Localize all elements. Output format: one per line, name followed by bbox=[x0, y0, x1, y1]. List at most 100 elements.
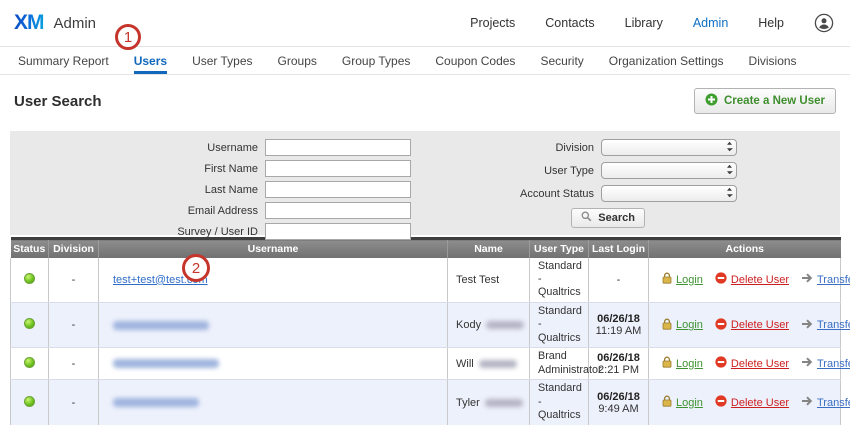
tab-group-types[interactable]: Group Types bbox=[342, 47, 410, 74]
tab-coupon-codes[interactable]: Coupon Codes bbox=[435, 47, 515, 74]
account-status-label: Account Status bbox=[422, 188, 594, 200]
delete-user-link[interactable]: Delete User bbox=[715, 272, 789, 287]
division-label: Division bbox=[422, 142, 594, 154]
transfer-surveys-link-label: Transfer Surveys bbox=[817, 397, 850, 409]
account-avatar-icon[interactable] bbox=[814, 13, 834, 33]
topnav-item-admin[interactable]: Admin bbox=[693, 16, 728, 30]
minus-circle-icon bbox=[715, 318, 727, 333]
actions-cell: LoginDelete UserTransfer Surveys bbox=[649, 348, 841, 380]
survey-user-id-input[interactable] bbox=[265, 223, 411, 240]
topnav-item-contacts[interactable]: Contacts bbox=[545, 16, 594, 30]
minus-circle-icon bbox=[715, 356, 727, 371]
transfer-user-link[interactable]: Transfer Surveys bbox=[801, 396, 850, 409]
last-login-cell: 06/26/189:49 AM bbox=[589, 380, 649, 425]
column-header-actions: Actions bbox=[649, 239, 841, 258]
lock-icon bbox=[662, 356, 672, 371]
stepper-arrows-icon bbox=[726, 139, 733, 157]
transfer-user-link[interactable]: Transfer Surveys bbox=[801, 357, 850, 370]
name-cell: Test Test bbox=[448, 258, 530, 303]
topnav-item-projects[interactable]: Projects bbox=[470, 16, 515, 30]
login-user-link[interactable]: Login bbox=[662, 318, 703, 333]
tab-user-types[interactable]: User Types bbox=[192, 47, 252, 74]
login-link-label: Login bbox=[676, 358, 703, 370]
search-button[interactable]: Search bbox=[571, 208, 645, 228]
last-login-date: 06/26/18 bbox=[593, 352, 644, 364]
last-login-cell: 06/26/1811:19 AM bbox=[589, 302, 649, 347]
global-nav: Projects Contacts Library Admin Help bbox=[470, 13, 834, 33]
name-text: Test Test bbox=[456, 274, 499, 286]
user-results-table: StatusDivisionUsernameNameUser TypeLast … bbox=[10, 237, 840, 425]
delete-user-link[interactable]: Delete User bbox=[715, 395, 789, 410]
username-input[interactable] bbox=[265, 139, 411, 156]
survey-user-id-label: Survey / User ID bbox=[10, 226, 258, 238]
column-header-username: Username bbox=[99, 239, 448, 258]
column-header-last-login: Last Login bbox=[589, 239, 649, 258]
transfer-user-link[interactable]: Transfer Surveys bbox=[801, 273, 850, 286]
division-cell: - bbox=[49, 302, 99, 347]
status-dot-active bbox=[24, 357, 35, 368]
user-type-dropdown[interactable] bbox=[601, 162, 737, 179]
status-dot-active bbox=[24, 273, 35, 284]
search-button-label: Search bbox=[598, 212, 635, 224]
redacted-surname bbox=[486, 321, 524, 329]
name-text: Tyler bbox=[456, 397, 480, 409]
status-cell bbox=[11, 348, 49, 380]
status-dot-active bbox=[24, 396, 35, 407]
form-row-survey-user-id: Survey / User ID bbox=[10, 222, 422, 241]
page-head: User Search Create a New User bbox=[0, 75, 850, 125]
last-login-time: 11:19 AM bbox=[593, 325, 644, 337]
create-new-user-button[interactable]: Create a New User bbox=[694, 88, 836, 114]
status-dot-active bbox=[24, 318, 35, 329]
last-login-time: 2:21 PM bbox=[593, 364, 644, 376]
tab-groups[interactable]: Groups bbox=[278, 47, 317, 74]
first-name-input[interactable] bbox=[265, 160, 411, 177]
tab-divisions[interactable]: Divisions bbox=[749, 47, 797, 74]
name-cell: Will bbox=[448, 348, 530, 380]
topnav-item-library[interactable]: Library bbox=[625, 16, 663, 30]
topnav-item-help[interactable]: Help bbox=[758, 16, 784, 30]
redacted-username bbox=[113, 359, 219, 368]
user-search-form: UsernameFirst NameLast NameEmail Address… bbox=[10, 131, 840, 235]
minus-circle-icon bbox=[715, 272, 727, 287]
username-cell: test+test@test.com bbox=[99, 258, 448, 303]
arrow-right-icon bbox=[801, 273, 813, 286]
tab-security[interactable]: Security bbox=[540, 47, 583, 74]
tab-summary-report[interactable]: Summary Report bbox=[18, 47, 109, 74]
last-name-input[interactable] bbox=[265, 181, 411, 198]
login-link-label: Login bbox=[676, 319, 703, 331]
delete-user-link-label: Delete User bbox=[731, 274, 789, 286]
tab-users[interactable]: Users bbox=[134, 47, 167, 74]
form-row-username: Username bbox=[10, 138, 422, 157]
transfer-user-link[interactable]: Transfer Surveys bbox=[801, 319, 850, 332]
delete-user-link[interactable]: Delete User bbox=[715, 356, 789, 371]
status-cell bbox=[11, 258, 49, 303]
delete-user-link-label: Delete User bbox=[731, 397, 789, 409]
login-user-link[interactable]: Login bbox=[662, 395, 703, 410]
last-login-cell: 06/26/182:21 PM bbox=[589, 348, 649, 380]
user-type-cell: Standard - Qualtrics bbox=[530, 302, 589, 347]
first-name-label: First Name bbox=[10, 163, 258, 175]
login-user-link[interactable]: Login bbox=[662, 356, 703, 371]
plus-icon bbox=[705, 93, 718, 109]
status-cell bbox=[11, 302, 49, 347]
tab-organization-settings[interactable]: Organization Settings bbox=[609, 47, 724, 74]
user-type-cell: Brand Administrator bbox=[530, 348, 589, 380]
actions-cell: LoginDelete UserTransfer Surveys bbox=[649, 380, 841, 425]
form-row-last-name: Last Name bbox=[10, 180, 422, 199]
name-cell: Kody bbox=[448, 302, 530, 347]
column-header-name: Name bbox=[448, 239, 530, 258]
user-type-cell: Standard - Qualtrics bbox=[530, 258, 589, 303]
last-login-time: 9:49 AM bbox=[593, 403, 644, 415]
username-cell bbox=[99, 348, 448, 380]
division-dropdown[interactable] bbox=[601, 139, 737, 156]
search-icon bbox=[581, 211, 592, 225]
xm-logo: XM bbox=[14, 11, 44, 35]
email-address-input[interactable] bbox=[265, 202, 411, 219]
last-login-cell: - bbox=[589, 258, 649, 303]
redacted-username bbox=[113, 398, 199, 407]
create-new-user-label: Create a New User bbox=[724, 95, 825, 107]
name-cell: Tyler bbox=[448, 380, 530, 425]
delete-user-link[interactable]: Delete User bbox=[715, 318, 789, 333]
account-status-dropdown[interactable] bbox=[601, 185, 737, 202]
login-user-link[interactable]: Login bbox=[662, 272, 703, 287]
